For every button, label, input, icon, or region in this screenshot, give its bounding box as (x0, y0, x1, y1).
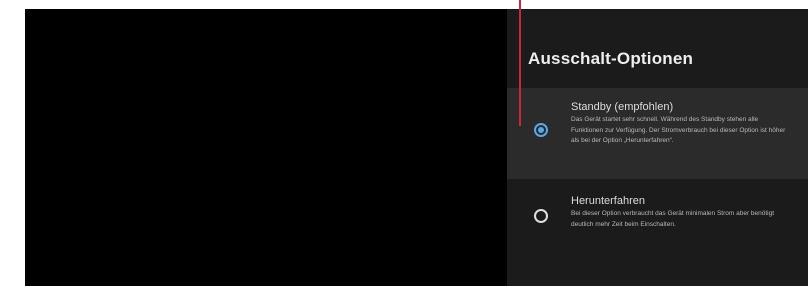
callout-marker-line (519, 0, 521, 126)
radio-unchecked-icon[interactable] (534, 209, 548, 223)
option-title: Herunterfahren (571, 195, 645, 207)
radio-checked-icon[interactable] (534, 123, 548, 137)
screenshot-stage: Ausschalt-Optionen Standby (empfohlen) D… (0, 0, 808, 286)
option-description: Das Gerät startet sehr schnell. Während … (571, 116, 786, 144)
tv-screen: Ausschalt-Optionen Standby (empfohlen) D… (25, 9, 808, 286)
option-herunterfahren[interactable]: Herunterfahren Bei dieser Option verbrau… (507, 179, 808, 264)
option-standby-text: Standby (empfohlen) Das Gerät startet se… (571, 101, 791, 147)
option-description: Bei dieser Option verbraucht das Gerät m… (571, 210, 775, 228)
power-options-panel: Ausschalt-Optionen Standby (empfohlen) D… (507, 9, 808, 286)
option-title: Standby (empfohlen) (571, 101, 674, 113)
option-herunterfahren-text: Herunterfahren Bei dieser Option verbrau… (571, 195, 791, 230)
video-area (25, 9, 507, 286)
option-standby[interactable]: Standby (empfohlen) Das Gerät startet se… (507, 88, 808, 179)
panel-title: Ausschalt-Optionen (528, 49, 694, 68)
